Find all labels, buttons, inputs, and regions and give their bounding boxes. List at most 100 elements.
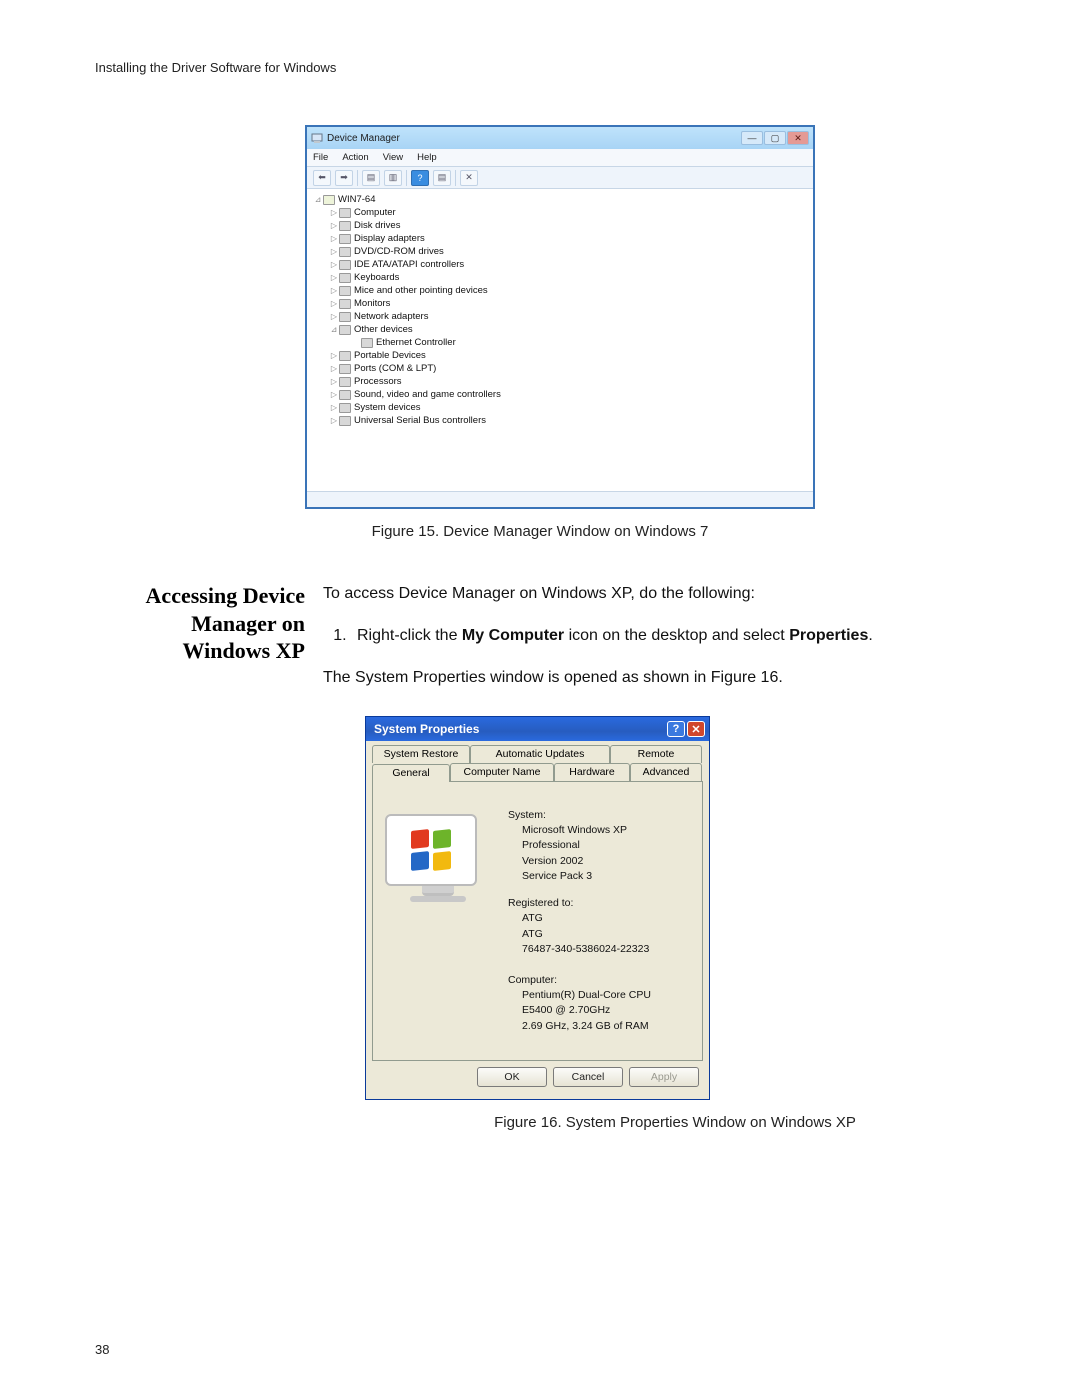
collapse-icon[interactable]: ⊿	[313, 195, 323, 204]
devmgr-titlebar: Device Manager — ▢ ✕	[307, 127, 813, 149]
page-header: Installing the Driver Software for Windo…	[95, 60, 985, 75]
expand-icon[interactable]: ▷	[329, 221, 339, 230]
tree-node[interactable]: ▷ Processors	[309, 375, 811, 388]
tab-general[interactable]: General	[372, 764, 450, 782]
ide-icon	[339, 260, 351, 270]
tree-node[interactable]: ▷ Monitors	[309, 297, 811, 310]
tree-node-label: Portable Devices	[354, 350, 426, 361]
forward-icon[interactable]: ➡	[335, 170, 353, 186]
keyboard-icon	[339, 273, 351, 283]
scan-icon[interactable]: ▥	[384, 170, 402, 186]
expand-icon[interactable]: ▷	[329, 403, 339, 412]
tab-hardware[interactable]: Hardware	[554, 763, 630, 781]
tree-node-label: Sound, video and game controllers	[354, 389, 501, 400]
tab-automatic-updates[interactable]: Automatic Updates	[470, 745, 610, 763]
tree-node[interactable]: ▷ Computer	[309, 206, 811, 219]
tree-node-label: Keyboards	[354, 272, 399, 283]
maximize-button[interactable]: ▢	[764, 131, 786, 145]
close-button[interactable]: ✕	[687, 721, 705, 737]
system-info: System: Microsoft Windows XP Professiona…	[508, 790, 651, 1052]
expand-icon[interactable]: ▷	[329, 208, 339, 217]
tab-remote[interactable]: Remote	[610, 745, 702, 763]
tree-node[interactable]: ▷ Portable Devices	[309, 349, 811, 362]
menu-help[interactable]: Help	[417, 152, 437, 163]
figure-15-caption: Figure 15. Device Manager Window on Wind…	[95, 523, 985, 540]
tree-node[interactable]: ▷Disk drives	[309, 219, 811, 232]
apply-button[interactable]: Apply	[629, 1067, 699, 1087]
tree-node[interactable]: ▷ Sound, video and game controllers	[309, 388, 811, 401]
close-button[interactable]: ✕	[787, 131, 809, 145]
tree-node-label: Network adapters	[354, 311, 428, 322]
after-paragraph: The System Properties window is opened a…	[323, 666, 985, 690]
tree-node-label: Processors	[354, 376, 402, 387]
menu-file[interactable]: File	[313, 152, 328, 163]
tree-node[interactable]: ▷ DVD/CD-ROM drives	[309, 245, 811, 258]
expand-icon[interactable]: ▷	[329, 286, 339, 295]
update-icon[interactable]: ▤	[433, 170, 451, 186]
tab-system-restore[interactable]: System Restore	[372, 745, 470, 763]
ok-button[interactable]: OK	[477, 1067, 547, 1087]
cancel-button[interactable]: Cancel	[553, 1067, 623, 1087]
sysprop-title: System Properties	[374, 722, 665, 736]
tree-node-label: IDE ATA/ATAPI controllers	[354, 259, 464, 270]
collapse-icon[interactable]: ⊿	[329, 325, 339, 334]
tab-general-content: System: Microsoft Windows XP Professiona…	[372, 781, 703, 1061]
uninstall-icon[interactable]: ✕	[460, 170, 478, 186]
expand-icon[interactable]: ▷	[329, 364, 339, 373]
system-icon	[339, 403, 351, 413]
expand-icon[interactable]: ▷	[329, 390, 339, 399]
tree-node[interactable]: ▷System devices	[309, 401, 811, 414]
tree-node[interactable]: ▷ Network adapters	[309, 310, 811, 323]
dvd-icon	[339, 247, 351, 257]
tree-node-label: Display adapters	[354, 233, 425, 244]
system-properties-window: System Properties ? ✕ System Restore Aut…	[365, 716, 710, 1100]
expand-icon[interactable]: ▷	[329, 351, 339, 360]
expand-icon[interactable]: ▷	[329, 299, 339, 308]
monitor-icon	[339, 299, 351, 309]
expand-icon[interactable]: ▷	[329, 260, 339, 269]
devmgr-title: Device Manager	[327, 133, 740, 144]
tree-root-label: WIN7-64	[338, 194, 375, 205]
menu-action[interactable]: Action	[342, 152, 368, 163]
help-icon[interactable]: ?	[411, 170, 429, 186]
expand-icon[interactable]: ▷	[329, 273, 339, 282]
devmgr-toolbar: ⬅ ➡ ▤ ▥ ? ▤ ✕	[307, 167, 813, 189]
display-icon	[339, 234, 351, 244]
page-number: 38	[95, 1342, 109, 1357]
step-1: Right-click the My Computer icon on the …	[351, 624, 985, 648]
tab-advanced[interactable]: Advanced	[630, 763, 702, 781]
tree-node[interactable]: Ethernet Controller	[309, 336, 811, 349]
expand-icon[interactable]: ▷	[329, 377, 339, 386]
tree-node[interactable]: ▷Universal Serial Bus controllers	[309, 414, 811, 427]
mouse-icon	[339, 286, 351, 296]
minimize-button[interactable]: —	[741, 131, 763, 145]
tree-node[interactable]: ▷ Keyboards	[309, 271, 811, 284]
tree-node-label: DVD/CD-ROM drives	[354, 246, 444, 257]
devmgr-statusbar	[307, 491, 813, 507]
tree-node-label: Other devices	[354, 324, 413, 335]
tree-node[interactable]: ⊿ Other devices	[309, 323, 811, 336]
tree-node[interactable]: ▷Mice and other pointing devices	[309, 284, 811, 297]
expand-icon[interactable]: ▷	[329, 247, 339, 256]
device-tree[interactable]: ⊿ WIN7-64 ▷Computer▷Disk drives▷Display …	[307, 189, 813, 491]
properties-icon[interactable]: ▤	[362, 170, 380, 186]
tab-computer-name[interactable]: Computer Name	[450, 763, 554, 781]
expand-icon[interactable]: ▷	[329, 416, 339, 425]
expand-icon[interactable]: ▷	[329, 312, 339, 321]
back-icon[interactable]: ⬅	[313, 170, 331, 186]
ports-icon	[339, 364, 351, 374]
help-button[interactable]: ?	[667, 721, 685, 737]
tree-node-label: Monitors	[354, 298, 390, 309]
tree-node[interactable]: ▷ Display adapters	[309, 232, 811, 245]
section-body: To access Device Manager on Windows XP, …	[323, 582, 985, 708]
tree-node[interactable]: ▷ IDE ATA/ATAPI controllers	[309, 258, 811, 271]
menu-view[interactable]: View	[383, 152, 403, 163]
disk-icon	[339, 221, 351, 231]
dialog-buttons: OK Cancel Apply	[372, 1061, 703, 1091]
tree-node[interactable]: ▷Ports (COM & LPT)	[309, 362, 811, 375]
device-manager-window: Device Manager — ▢ ✕ File Action View He…	[305, 125, 815, 509]
tree-root[interactable]: ⊿ WIN7-64	[309, 193, 811, 206]
expand-icon[interactable]: ▷	[329, 234, 339, 243]
tree-node-label: Computer	[354, 207, 396, 218]
computer-root-icon	[323, 195, 335, 205]
